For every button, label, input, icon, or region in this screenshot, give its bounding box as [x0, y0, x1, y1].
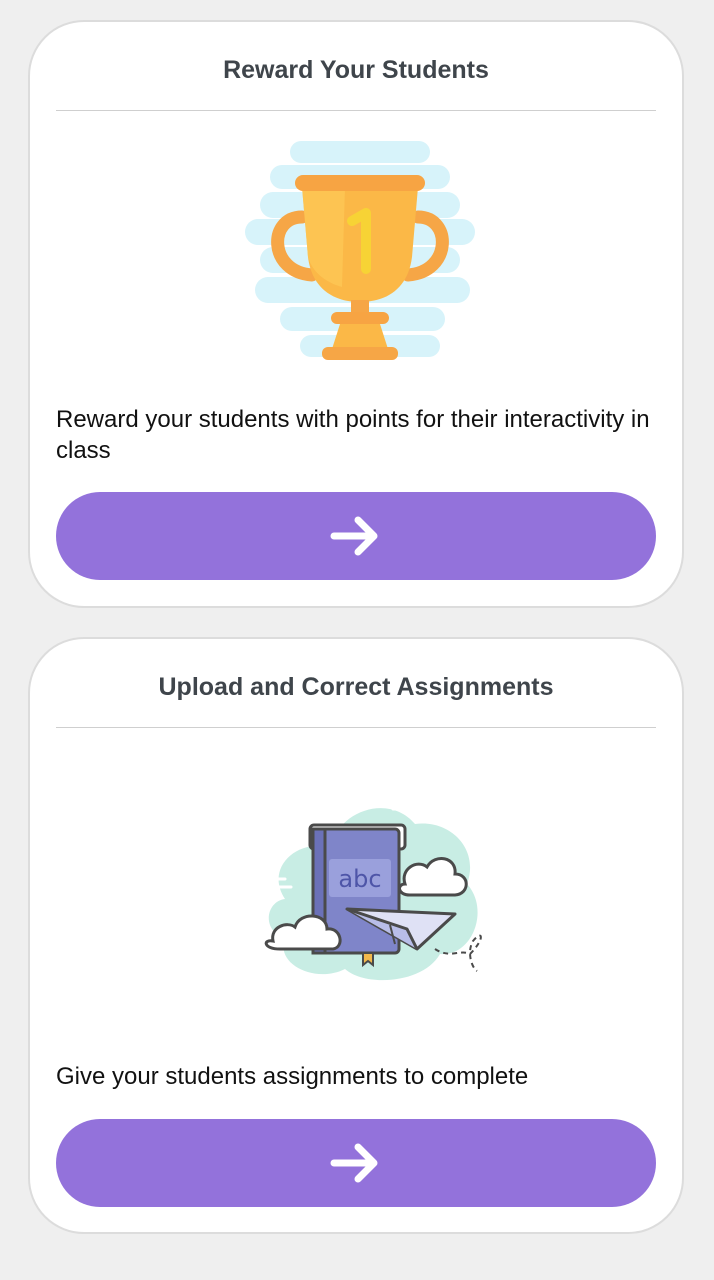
divider: [56, 110, 656, 111]
card-description: Reward your students with points for the…: [56, 406, 650, 464]
trophy-icon: [245, 141, 475, 360]
reward-next-button[interactable]: [56, 492, 656, 580]
card-title: Upload and Correct Assignments: [158, 673, 554, 701]
card-description: Give your students assignments to comple…: [56, 1063, 529, 1090]
book-paper-plane-icon: abc: [253, 799, 482, 981]
divider: [56, 727, 656, 728]
assignments-card: Upload and Correct Assignments abc Give …: [28, 637, 684, 1234]
arrow-right-icon: [330, 516, 378, 556]
card-title: Reward Your Students: [223, 56, 489, 84]
svg-text:abc: abc: [338, 865, 381, 893]
arrow-right-icon: [330, 1143, 378, 1183]
reward-card: Reward Your Students Reward your student…: [28, 20, 684, 608]
assignments-next-button[interactable]: [56, 1119, 656, 1207]
